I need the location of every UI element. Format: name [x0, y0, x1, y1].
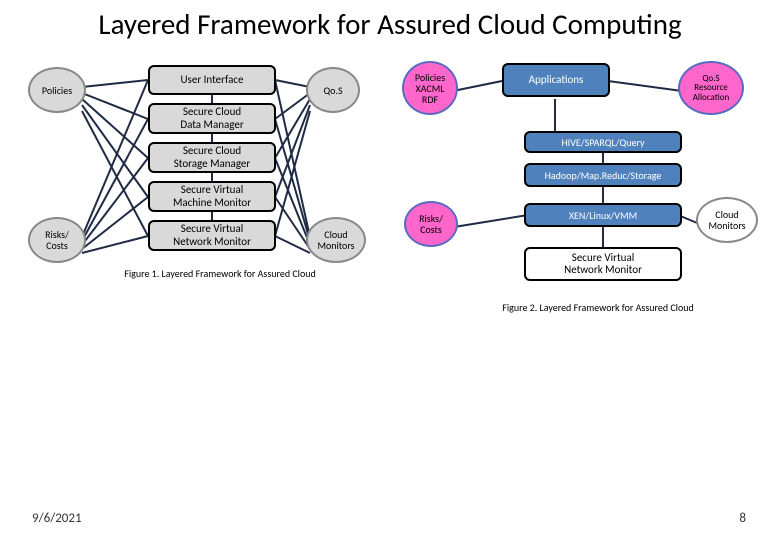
label: XEN/Linux/VMM	[569, 210, 637, 222]
label: Qo.S	[323, 85, 342, 96]
fig2-applications-box: Applications	[502, 63, 610, 97]
footer-date: 9/6/2021	[32, 511, 82, 526]
slide-title: Layered Framework for Assured Cloud Comp…	[0, 0, 780, 45]
fig2-caption: Figure 2. Layered Framework for Assured …	[468, 301, 728, 314]
fig1-stack-1: Secure Cloud Data Manager	[148, 103, 276, 134]
label: Policies XACML RDF	[415, 72, 445, 105]
fig1-stack-0: User Interface	[148, 65, 276, 95]
fig2-stack-2: XEN/Linux/VMM	[524, 203, 682, 227]
label: Cloud Monitors	[708, 209, 745, 231]
fig2-monitors-ellipse: Cloud Monitors	[696, 197, 758, 243]
label: Qo.S Resource Allocation	[693, 74, 730, 104]
diagram-stage: Policies Risks/ Costs Qo.S Cloud Monitor…	[0, 45, 780, 465]
label: User Interface	[180, 74, 243, 87]
fig2-stack-3: Secure Virtual Network Monitor	[524, 247, 682, 281]
label: Secure Virtual Machine Monitor	[173, 184, 251, 209]
label: Hadoop/Map.Reduc/Storage	[545, 170, 662, 182]
fig1-caption: Figure 1. Layered Framework for Assured …	[90, 267, 350, 280]
fig1-stack-3: Secure Virtual Machine Monitor	[148, 181, 276, 212]
label: Secure Virtual Network Monitor	[173, 223, 251, 248]
label: Secure Virtual Network Monitor	[564, 252, 642, 277]
label: Applications	[529, 74, 584, 87]
label: Secure Cloud Data Manager	[180, 106, 243, 131]
label: Secure Cloud Storage Manager	[174, 145, 250, 170]
fig1-stack-2: Secure Cloud Storage Manager	[148, 142, 276, 173]
fig2-policies-ellipse: Policies XACML RDF	[402, 61, 458, 115]
label: Risks/ Costs	[419, 213, 443, 235]
fig2-risks-ellipse: Risks/ Costs	[404, 201, 458, 247]
label: HIVE/SPARQL/Query	[561, 137, 644, 149]
fig1-risks-ellipse: Risks/ Costs	[28, 217, 86, 263]
fig2-stack-1: Hadoop/Map.Reduc/Storage	[524, 163, 682, 187]
label: Policies	[42, 85, 72, 96]
label: Risks/ Costs	[45, 229, 69, 251]
fig1-policies-ellipse: Policies	[28, 67, 86, 113]
fig2-stack-0: HIVE/SPARQL/Query	[524, 131, 682, 153]
footer-page-number: 8	[739, 511, 746, 526]
fig1-monitors-ellipse: Cloud Monitors	[306, 217, 366, 263]
fig2-qos-ellipse: Qo.S Resource Allocation	[678, 61, 744, 115]
fig1-stack-4: Secure Virtual Network Monitor	[148, 220, 276, 251]
fig1-qos-ellipse: Qo.S	[306, 67, 360, 113]
label: Cloud Monitors	[317, 229, 354, 251]
